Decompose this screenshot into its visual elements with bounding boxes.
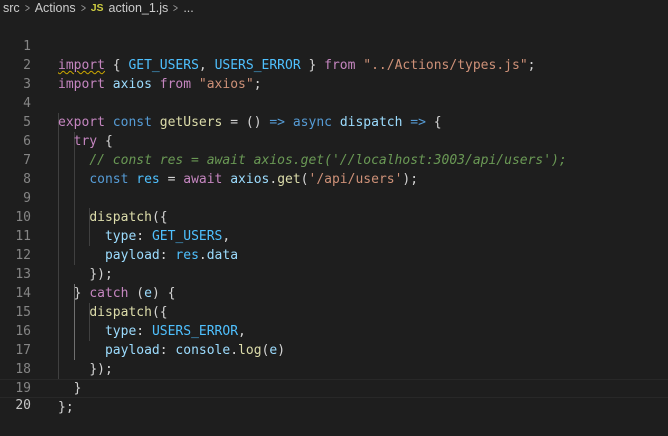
code-line: 13 } catch (e) {	[0, 246, 668, 301]
code-line: 19 };	[0, 360, 668, 415]
chevron-right-icon: >	[173, 1, 179, 15]
code-line: 11 payload: res.data	[0, 208, 668, 263]
code-line: 17 });	[0, 322, 668, 377]
breadcrumb-item-file[interactable]: action_1.js	[109, 1, 169, 15]
chevron-right-icon: >	[80, 1, 86, 15]
code-line: 18 }	[0, 341, 668, 396]
code-line: 10 type: GET_USERS,	[0, 189, 668, 244]
code-line-current[interactable]: 20	[0, 379, 668, 413]
code-line: 3	[0, 56, 668, 92]
code-line: 4 export const getUsers = () => async di…	[0, 75, 668, 130]
code-line: 9 dispatch({	[0, 170, 668, 225]
code-token: };	[58, 400, 74, 415]
chevron-right-icon: >	[24, 1, 30, 15]
breadcrumb-item-symbols[interactable]: ...	[183, 1, 193, 15]
code-line: 2 import axios from "axios";	[0, 37, 668, 92]
line-number: 20	[15, 398, 31, 413]
breadcrumb: src > Actions > JS action_1.js > ...	[0, 0, 668, 16]
code-line: 16 payload: console.log(e)	[0, 303, 668, 358]
code-line: 8	[0, 151, 668, 187]
breadcrumb-item-src[interactable]: src	[3, 1, 20, 15]
javascript-file-icon: JS	[90, 2, 104, 14]
code-editor[interactable]: 1 import { GET_USERS, USERS_ERROR } from…	[0, 18, 668, 415]
code-line: 6 // const res = await axios.get('//loca…	[0, 113, 668, 168]
code-line: 14 dispatch({	[0, 265, 668, 320]
code-line: 1 import { GET_USERS, USERS_ERROR } from…	[0, 18, 668, 73]
code-line: 7 const res = await axios.get('/api/user…	[0, 132, 668, 187]
breadcrumb-item-actions[interactable]: Actions	[35, 1, 76, 15]
code-line: 5 try {	[0, 94, 668, 149]
code-text: };	[58, 398, 74, 417]
code-line: 15 type: USERS_ERROR,	[0, 284, 668, 339]
code-line: 12 });	[0, 227, 668, 282]
